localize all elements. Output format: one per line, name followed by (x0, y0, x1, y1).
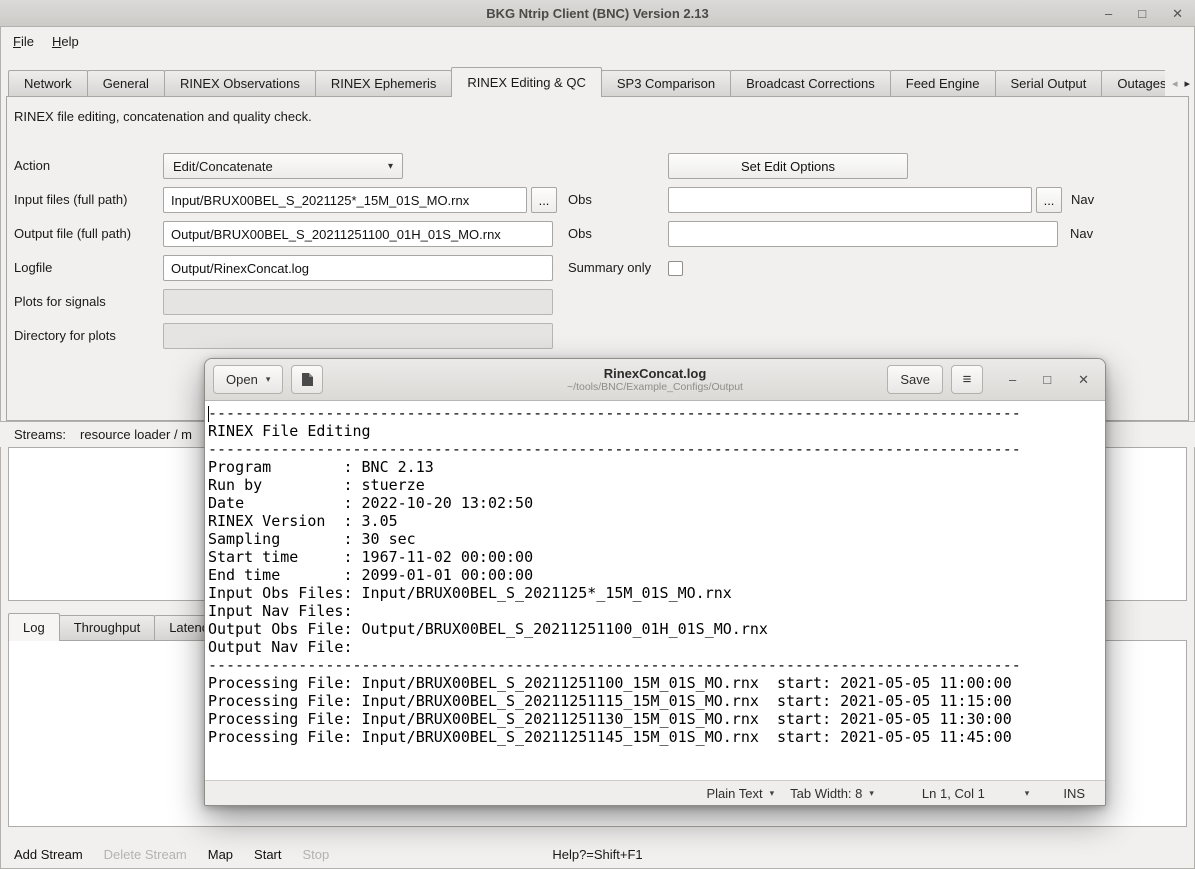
obs-tag-output-row: Obs (568, 221, 592, 247)
start-button[interactable]: Start (254, 847, 281, 862)
streams-label: Streams: (14, 427, 66, 442)
menu-button[interactable]: ≡ (951, 365, 983, 394)
chevron-down-icon: ▾ (869, 789, 874, 798)
tab-sp3-comparison[interactable]: SP3 Comparison (601, 70, 731, 97)
chevron-down-icon: ▾ (770, 789, 775, 798)
menu-bar: File Help (0, 27, 1195, 56)
editor-window-controls: – □ ✕ (1009, 372, 1089, 388)
goto-line-dropdown-icon[interactable]: ▾ (1025, 789, 1030, 798)
tab-rinex-observations[interactable]: RINEX Observations (164, 70, 316, 97)
editor-header-right: Save ≡ – □ ✕ (887, 365, 1097, 394)
hamburger-icon: ≡ (963, 372, 972, 387)
chevron-down-icon: ▾ (388, 161, 393, 172)
language-mode-button[interactable]: Plain Text ▾ (706, 786, 774, 801)
open-button-label: Open (226, 372, 258, 387)
streams-columns: resource loader / m (80, 427, 192, 442)
logfile-label: Logfile (14, 255, 52, 281)
window-titlebar[interactable]: BKG Ntrip Client (BNC) Version 2.13 – □ … (0, 0, 1195, 27)
logfile-field[interactable] (163, 255, 553, 281)
action-label: Action (14, 153, 50, 179)
editor-title-block: RinexConcat.log ~/tools/BNC/Example_Conf… (567, 366, 743, 394)
editor-close-icon[interactable]: ✕ (1078, 372, 1089, 388)
add-stream-button[interactable]: Add Stream (14, 847, 83, 862)
nav-tag-input-row: Nav (1071, 187, 1094, 213)
window-title: BKG Ntrip Client (BNC) Version 2.13 (486, 6, 708, 21)
chevron-down-icon: ▾ (266, 375, 271, 384)
action-select[interactable]: Edit/Concatenate ▾ (163, 153, 403, 179)
save-button[interactable]: Save (887, 365, 943, 394)
tab-description: RINEX file editing, concatenation and qu… (14, 109, 312, 124)
output-obs-path-field[interactable] (163, 221, 553, 247)
menu-help[interactable]: Help (43, 31, 88, 52)
editor-title: RinexConcat.log (567, 366, 743, 381)
new-document-icon (301, 372, 314, 387)
editor-window: Open ▾ RinexConcat.log ~/tools/BNC/Examp… (204, 358, 1106, 806)
language-mode-label: Plain Text (706, 786, 762, 801)
window-controls: – □ ✕ (1105, 0, 1183, 26)
editor-maximize-icon[interactable]: □ (1043, 372, 1051, 387)
tab-width-button[interactable]: Tab Width: 8 ▾ (790, 786, 874, 801)
open-button[interactable]: Open ▾ (213, 365, 283, 394)
bottom-tab-bar: Log Throughput Latency (8, 613, 229, 641)
tab-throughput[interactable]: Throughput (59, 615, 156, 641)
obs-tag-input-row: Obs (568, 187, 592, 213)
stop-button[interactable]: Stop (303, 847, 330, 862)
text-cursor (208, 406, 209, 422)
tab-scroll-right-icon[interactable]: ▸ (1182, 75, 1192, 92)
tab-general[interactable]: General (87, 70, 165, 97)
close-icon[interactable]: ✕ (1172, 7, 1183, 20)
plots-for-signals-field (163, 289, 553, 315)
overwrite-mode-indicator: INS (1063, 786, 1085, 801)
set-edit-options-button[interactable]: Set Edit Options (668, 153, 908, 179)
summary-only-checkbox[interactable] (668, 261, 683, 276)
help-hint: Help?=Shift+F1 (552, 847, 642, 862)
log-content: ----------------------------------------… (205, 401, 1105, 746)
editor-headerbar[interactable]: Open ▾ RinexConcat.log ~/tools/BNC/Examp… (205, 359, 1105, 401)
tab-outages[interactable]: Outages (1101, 70, 1165, 97)
new-document-button[interactable] (291, 365, 323, 394)
editor-text-area[interactable]: ----------------------------------------… (205, 401, 1105, 780)
output-file-label: Output file (full path) (14, 221, 131, 247)
input-obs-browse-button[interactable]: ... (531, 187, 557, 213)
cursor-position: Ln 1, Col 1 (922, 786, 985, 801)
tab-log[interactable]: Log (8, 613, 60, 641)
tab-serial-output[interactable]: Serial Output (995, 70, 1103, 97)
directory-for-plots-label: Directory for plots (14, 323, 116, 349)
action-selected-value: Edit/Concatenate (173, 159, 273, 174)
input-nav-path-field[interactable] (668, 187, 1032, 213)
maximize-icon[interactable]: □ (1138, 7, 1146, 20)
input-files-label: Input files (full path) (14, 187, 127, 213)
bottom-toolbar: Add Stream Delete Stream Map Start Stop … (0, 840, 1195, 869)
tab-width-label: Tab Width: 8 (790, 786, 862, 801)
editor-statusbar: Plain Text ▾ Tab Width: 8 ▾ Ln 1, Col 1 … (205, 780, 1105, 805)
directory-for-plots-field (163, 323, 553, 349)
tab-scroll-left-icon[interactable]: ◂ (1170, 75, 1180, 92)
input-obs-path-field[interactable] (163, 187, 527, 213)
tab-scroll-buttons: ◂ ▸ (1170, 72, 1192, 94)
tab-broadcast-corrections[interactable]: Broadcast Corrections (730, 70, 891, 97)
plots-for-signals-label: Plots for signals (14, 289, 106, 315)
tab-network[interactable]: Network (8, 70, 88, 97)
delete-stream-button[interactable]: Delete Stream (104, 847, 187, 862)
input-nav-browse-button[interactable]: ... (1036, 187, 1062, 213)
menu-file[interactable]: File (4, 31, 43, 52)
output-nav-path-field[interactable] (668, 221, 1058, 247)
summary-only-label: Summary only (568, 255, 651, 281)
tab-rinex-ephemeris[interactable]: RINEX Ephemeris (315, 70, 452, 97)
tab-bar: Network General RINEX Observations RINEX… (8, 67, 1165, 97)
minimize-icon[interactable]: – (1105, 7, 1112, 20)
nav-tag-output-row: Nav (1070, 221, 1093, 247)
map-button[interactable]: Map (208, 847, 233, 862)
tab-rinex-editing-qc[interactable]: RINEX Editing & QC (451, 67, 602, 97)
tab-feed-engine[interactable]: Feed Engine (890, 70, 996, 97)
editor-subtitle: ~/tools/BNC/Example_Configs/Output (567, 381, 743, 394)
editor-minimize-icon[interactable]: – (1009, 372, 1016, 387)
